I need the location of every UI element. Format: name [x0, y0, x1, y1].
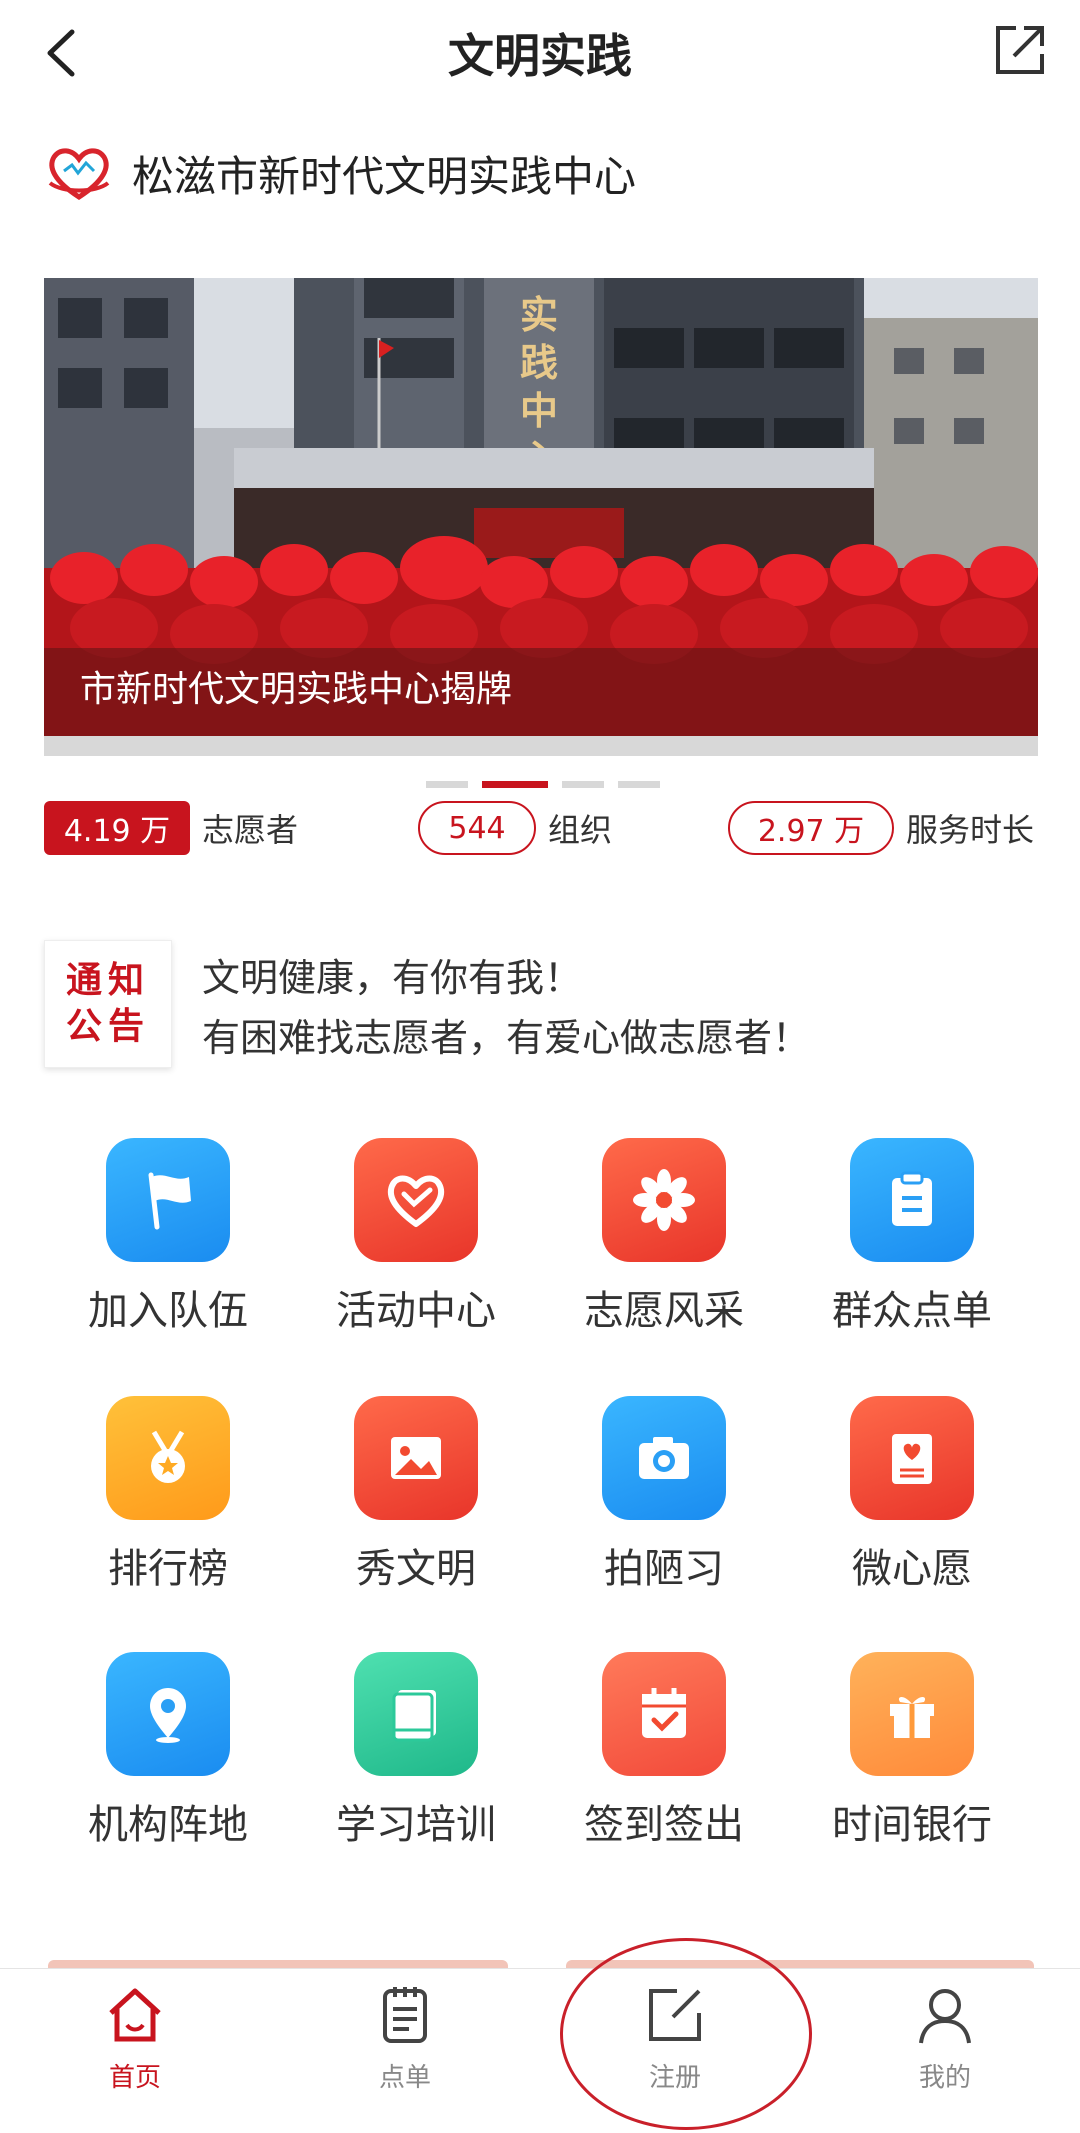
carousel-dot[interactable] [618, 781, 660, 788]
banner-bottom-strip [44, 736, 1038, 756]
notice-badge-line1: 通知 [65, 960, 150, 1001]
carousel-dot[interactable] [426, 781, 468, 788]
org-title-row: 松滋市新时代文明实践中心 [44, 138, 636, 208]
svg-text:实: 实 [520, 293, 558, 337]
image-icon [354, 1396, 478, 1520]
tab-label: 点单 [378, 2063, 431, 2093]
tab-mine[interactable]: 我的 [845, 1983, 1045, 2094]
stat-volunteers: 4.19 万 志愿者 [44, 800, 298, 856]
grid-label: 签到签出 [584, 1802, 744, 1848]
stat-organizations-value: 544 [418, 801, 536, 855]
grid-label: 时间银行 [832, 1802, 992, 1848]
user-icon [913, 1983, 977, 2047]
grid-label: 志愿风采 [584, 1288, 744, 1334]
annotation-circle [560, 1938, 812, 2130]
notice-badge-line2: 公告 [65, 1006, 150, 1047]
grid-item-activity-center[interactable]: 活动中心 [296, 1138, 536, 1338]
share-icon[interactable] [990, 20, 1050, 80]
notice-badge[interactable]: 通知 公告 [44, 940, 172, 1068]
notice-line-1: 文明健康，有你有我！ [202, 956, 583, 1000]
grid-label: 活动中心 [336, 1288, 496, 1334]
app-header: 文明实践 [0, 0, 1080, 110]
tab-home[interactable]: 首页 [35, 1983, 235, 2094]
banner-carousel[interactable]: 实 践 中 心 市新时代文明实践中心揭牌 [44, 278, 1038, 736]
carousel-dot-active[interactable] [482, 781, 548, 788]
stat-service-hours: 2.97 万 服务时长 [728, 800, 1034, 856]
grid-item-study-training[interactable]: 学习培训 [296, 1652, 536, 1852]
grid-label: 机构阵地 [88, 1802, 248, 1848]
stat-organizations: 544 组织 [418, 800, 612, 856]
grid-item-org-locations[interactable]: 机构阵地 [48, 1652, 288, 1852]
grid-label: 排行榜 [108, 1546, 228, 1592]
flower-icon [602, 1138, 726, 1262]
org-logo-icon [44, 143, 114, 203]
org-name: 松滋市新时代文明实践中心 [132, 151, 637, 201]
grid-item-show-civility[interactable]: 秀文明 [296, 1396, 536, 1596]
tab-order[interactable]: 点单 [305, 1983, 505, 2094]
medal-icon [106, 1396, 230, 1520]
gift-icon [850, 1652, 974, 1776]
bottom-tab-bar: 首页 点单 注册 我的 [0, 1968, 1080, 2133]
carousel-indicator [426, 781, 660, 788]
stat-service-hours-value: 2.97 万 [728, 801, 894, 855]
grid-item-ranking[interactable]: 排行榜 [48, 1396, 288, 1596]
camera-icon [602, 1396, 726, 1520]
location-pin-icon [106, 1652, 230, 1776]
flag-icon [106, 1138, 230, 1262]
carousel-dot[interactable] [562, 781, 604, 788]
grid-item-time-bank[interactable]: 时间银行 [792, 1652, 1032, 1852]
grid-item-micro-wish[interactable]: 微心愿 [792, 1396, 1032, 1596]
grid-label: 加入队伍 [88, 1288, 248, 1334]
order-list-icon [373, 1983, 437, 2047]
stat-volunteers-label: 志愿者 [202, 811, 299, 849]
calendar-check-icon [602, 1652, 726, 1776]
clipboard-icon [850, 1138, 974, 1262]
book-icon [354, 1652, 478, 1776]
grid-label: 微心愿 [852, 1546, 972, 1592]
notice-text[interactable]: 文明健康，有你有我！ 有困难找志愿者，有爱心做志愿者！ [202, 948, 810, 1068]
heart-hand-icon [354, 1138, 478, 1262]
banner-caption: 市新时代文明实践中心揭牌 [80, 669, 513, 710]
grid-item-volunteer-showcase[interactable]: 志愿风采 [544, 1138, 784, 1338]
svg-text:践: 践 [520, 341, 558, 385]
grid-item-report-bad-habits[interactable]: 拍陋习 [544, 1396, 784, 1596]
home-icon [103, 1983, 167, 2047]
page-title: 文明实践 [448, 29, 632, 83]
tab-label: 我的 [918, 2063, 971, 2093]
stat-organizations-label: 组织 [548, 811, 613, 849]
svg-text:中: 中 [520, 389, 558, 433]
wish-card-icon [850, 1396, 974, 1520]
grid-label: 秀文明 [356, 1546, 476, 1592]
grid-label: 群众点单 [832, 1288, 992, 1334]
notice-line-2: 有困难找志愿者，有爱心做志愿者！ [202, 1016, 811, 1060]
stat-volunteers-value: 4.19 万 [44, 801, 190, 855]
grid-label: 拍陋习 [604, 1546, 724, 1592]
grid-item-public-order[interactable]: 群众点单 [792, 1138, 1032, 1338]
grid-label: 学习培训 [336, 1802, 496, 1848]
grid-item-check-in-out[interactable]: 签到签出 [544, 1652, 784, 1852]
stat-service-hours-label: 服务时长 [906, 811, 1035, 849]
grid-item-join-team[interactable]: 加入队伍 [48, 1138, 288, 1338]
tab-label: 首页 [108, 2063, 161, 2093]
